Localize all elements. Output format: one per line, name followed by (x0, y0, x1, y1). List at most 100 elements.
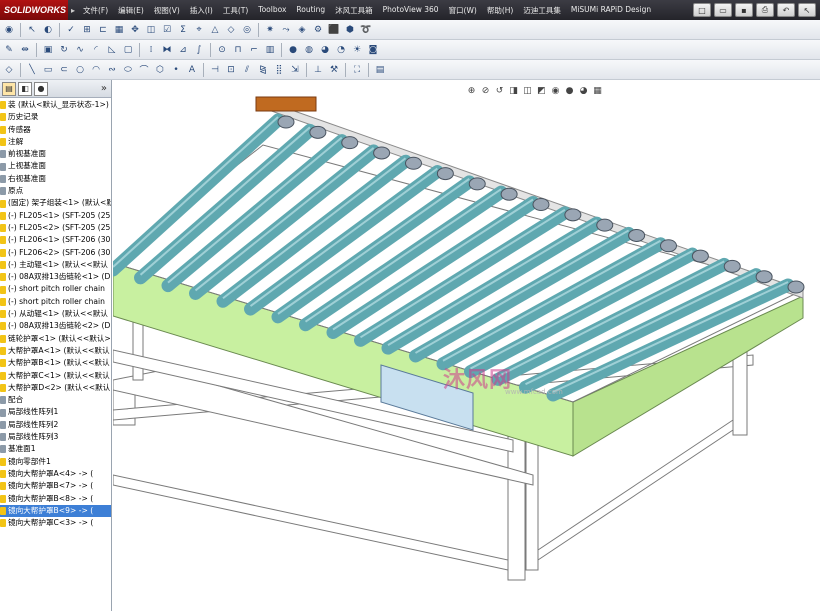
print-icon[interactable]: ⎙ (756, 3, 774, 17)
edit-appearance-icon[interactable]: ● (564, 86, 575, 97)
feature-tree-item[interactable]: 链轮护罩<1> (默认<<默认> (0, 333, 111, 345)
hole-wizard-icon[interactable]: ⊙ (215, 43, 229, 57)
feature-tree-item[interactable]: (-) 从动辊<1> (默认<<默认 (0, 308, 111, 320)
circle-icon[interactable]: ○ (73, 63, 87, 77)
polygon-icon[interactable]: ⬡ (153, 63, 167, 77)
zoom-to-fit-icon[interactable]: ⊕ (466, 86, 477, 97)
menu-item[interactable]: Toolbox (253, 5, 291, 16)
smart-dimension-icon[interactable]: ⇹ (18, 43, 32, 57)
collapse-panel-icon[interactable]: » (101, 83, 111, 94)
feature-tree-item[interactable]: 镜向大帮护罩C<3> -> ( (0, 517, 111, 529)
explode-line-icon[interactable]: ⤳ (279, 23, 293, 37)
insert-component-icon[interactable]: ⊞ (80, 23, 94, 37)
feature-tree-item[interactable]: 原点 (0, 185, 111, 197)
menu-item[interactable]: 迈迪工具集 (518, 5, 566, 16)
feature-tree-item[interactable]: 镜向大帮护罩B<8> -> ( (0, 493, 111, 505)
rapid-sketch-icon[interactable]: ⛶ (350, 63, 364, 77)
measure-icon[interactable]: ⌖ (192, 23, 206, 37)
feature-tree-item[interactable]: 局部线性阵列1 (0, 406, 111, 418)
feature-manager-tab-icon[interactable]: ▤ (2, 81, 16, 96)
feature-tree-item[interactable]: (-) FL206<1> (SFT-206 (30 (0, 234, 111, 246)
feature-tree-item[interactable]: 大帮护罩B<1> (默认<<默认 (0, 357, 111, 369)
feature-tree-item[interactable]: (-) FL206<2> (SFT-206 (30 (0, 247, 111, 259)
save-icon[interactable]: ▪ (735, 3, 753, 17)
camera-icon[interactable]: ◙ (366, 43, 380, 57)
property-manager-tab-icon[interactable]: ◧ (18, 81, 32, 96)
feature-tree-item[interactable]: 局部线性阵列2 (0, 419, 111, 431)
arc-icon[interactable]: ◠ (89, 63, 103, 77)
feature-tree-item[interactable]: 镜向大帮护罩B<9> -> ( (0, 504, 111, 518)
sketch-pattern-icon[interactable]: ⣿ (272, 63, 286, 77)
linear-pattern-icon[interactable]: ⁞ (144, 43, 158, 57)
feature-tree-item[interactable]: (-) 08A双排13齿链轮<2> (D (0, 320, 111, 332)
relations-icon[interactable]: ⊥ (311, 63, 325, 77)
menu-item[interactable]: 窗口(W) (444, 5, 482, 16)
fillet-sketch-icon[interactable]: ⌒ (137, 63, 151, 77)
scene-icon[interactable]: ◍ (302, 43, 316, 57)
appearance-icon[interactable]: ● (286, 43, 300, 57)
toolbox-icon[interactable]: ⬢ (343, 23, 357, 37)
open-folder-icon[interactable]: ▭ (714, 3, 732, 17)
reference-geometry-icon[interactable]: ⊿ (176, 43, 190, 57)
apply-scene-icon[interactable]: ◕ (578, 86, 589, 97)
menu-expand-icon[interactable]: ▸ (68, 6, 78, 15)
feature-tree-item[interactable]: 装 (默认<默认_显示状态-1>) (0, 99, 111, 111)
options-icon[interactable]: ◐ (41, 23, 55, 37)
feature-tree-item[interactable]: 镜向大帮护罩B<7> -> ( (0, 480, 111, 492)
chamfer-icon[interactable]: ◺ (105, 43, 119, 57)
select-pointer-icon[interactable]: ↖ (798, 3, 816, 17)
feature-tree-item[interactable]: 大帮护罩A<1> (默认<<默认 (0, 345, 111, 357)
menu-item[interactable]: 编辑(E) (113, 5, 149, 16)
feature-tree-item[interactable]: (-) FL205<2> (SFT-205 (25 (0, 222, 111, 234)
sketch-icon[interactable]: ✎ (2, 43, 16, 57)
mirror-icon[interactable]: ⧓ (160, 43, 174, 57)
section-view-icon[interactable]: ◨ (508, 86, 519, 97)
fillet-icon[interactable]: ◜ (89, 43, 103, 57)
large-assembly-icon[interactable]: ⬛ (327, 23, 341, 37)
hole-alignment-icon[interactable]: ◎ (240, 23, 254, 37)
routing-icon[interactable]: ➰ (359, 23, 373, 37)
feature-tree-item[interactable]: 右视基准面 (0, 173, 111, 185)
mate-icon[interactable]: ⊏ (96, 23, 110, 37)
view-orientation-icon[interactable]: ◫ (522, 86, 533, 97)
offset-icon[interactable]: ⫽ (240, 63, 254, 77)
feature-tree-item[interactable]: 镜向零部件1 (0, 456, 111, 468)
clearance-icon[interactable]: ◇ (224, 23, 238, 37)
trim-icon[interactable]: ⊣ (208, 63, 222, 77)
move-component-icon[interactable]: ✥ (128, 23, 142, 37)
feature-tree-item[interactable]: 基准面1 (0, 443, 111, 455)
mold-tools-icon[interactable]: ▥ (263, 43, 277, 57)
rebuild-icon[interactable]: ◉ (2, 23, 16, 37)
sum-icon[interactable]: Σ (176, 23, 190, 37)
previous-view-icon[interactable]: ↺ (494, 86, 505, 97)
feature-tree-item[interactable]: (-) FL205<1> (SFT-205 (25 (0, 210, 111, 222)
feature-tree-item[interactable]: (-) 08A双排13齿链轮<1> (D (0, 271, 111, 283)
zoom-area-icon[interactable]: ⊘ (480, 86, 491, 97)
menu-item[interactable]: 帮助(H) (482, 5, 519, 16)
weldment-icon[interactable]: ⊓ (231, 43, 245, 57)
sheet-metal-icon[interactable]: ⌐ (247, 43, 261, 57)
extrude-icon[interactable]: ▣ (41, 43, 55, 57)
text-icon[interactable]: A (185, 63, 199, 77)
appearance-manager-tab-icon[interactable]: ● (34, 81, 48, 96)
menu-item[interactable]: Routing (291, 5, 330, 16)
feature-tree-item[interactable]: 局部线性阵列3 (0, 431, 111, 443)
menu-item[interactable]: PhotoView 360 (378, 5, 444, 16)
spline-icon[interactable]: ∾ (105, 63, 119, 77)
repair-sketch-icon[interactable]: ⚒ (327, 63, 341, 77)
move-entities-icon[interactable]: ⇲ (288, 63, 302, 77)
hide-show-items-icon[interactable]: ◉ (550, 86, 561, 97)
sketch-select-icon[interactable]: ◇ (2, 63, 16, 77)
revolve-icon[interactable]: ↻ (57, 43, 71, 57)
undo-icon[interactable]: ↶ (777, 3, 795, 17)
lights-icon[interactable]: ☀ (350, 43, 364, 57)
menu-item[interactable]: MiSUMi RAPiD Design (566, 5, 656, 16)
view-settings-icon[interactable]: ▦ (592, 86, 603, 97)
menu-item[interactable]: 插入(I) (185, 5, 218, 16)
feature-tree-item[interactable]: (固定) 架子组装<1> (默认<默认 (0, 197, 111, 209)
decal-icon[interactable]: ◔ (334, 43, 348, 57)
line-icon[interactable]: ╲ (25, 63, 39, 77)
menu-item[interactable]: 视图(V) (149, 5, 185, 16)
feature-tree-item[interactable]: 注解 (0, 136, 111, 148)
feature-tree-item[interactable]: (-) short pitch roller chain (0, 283, 111, 295)
